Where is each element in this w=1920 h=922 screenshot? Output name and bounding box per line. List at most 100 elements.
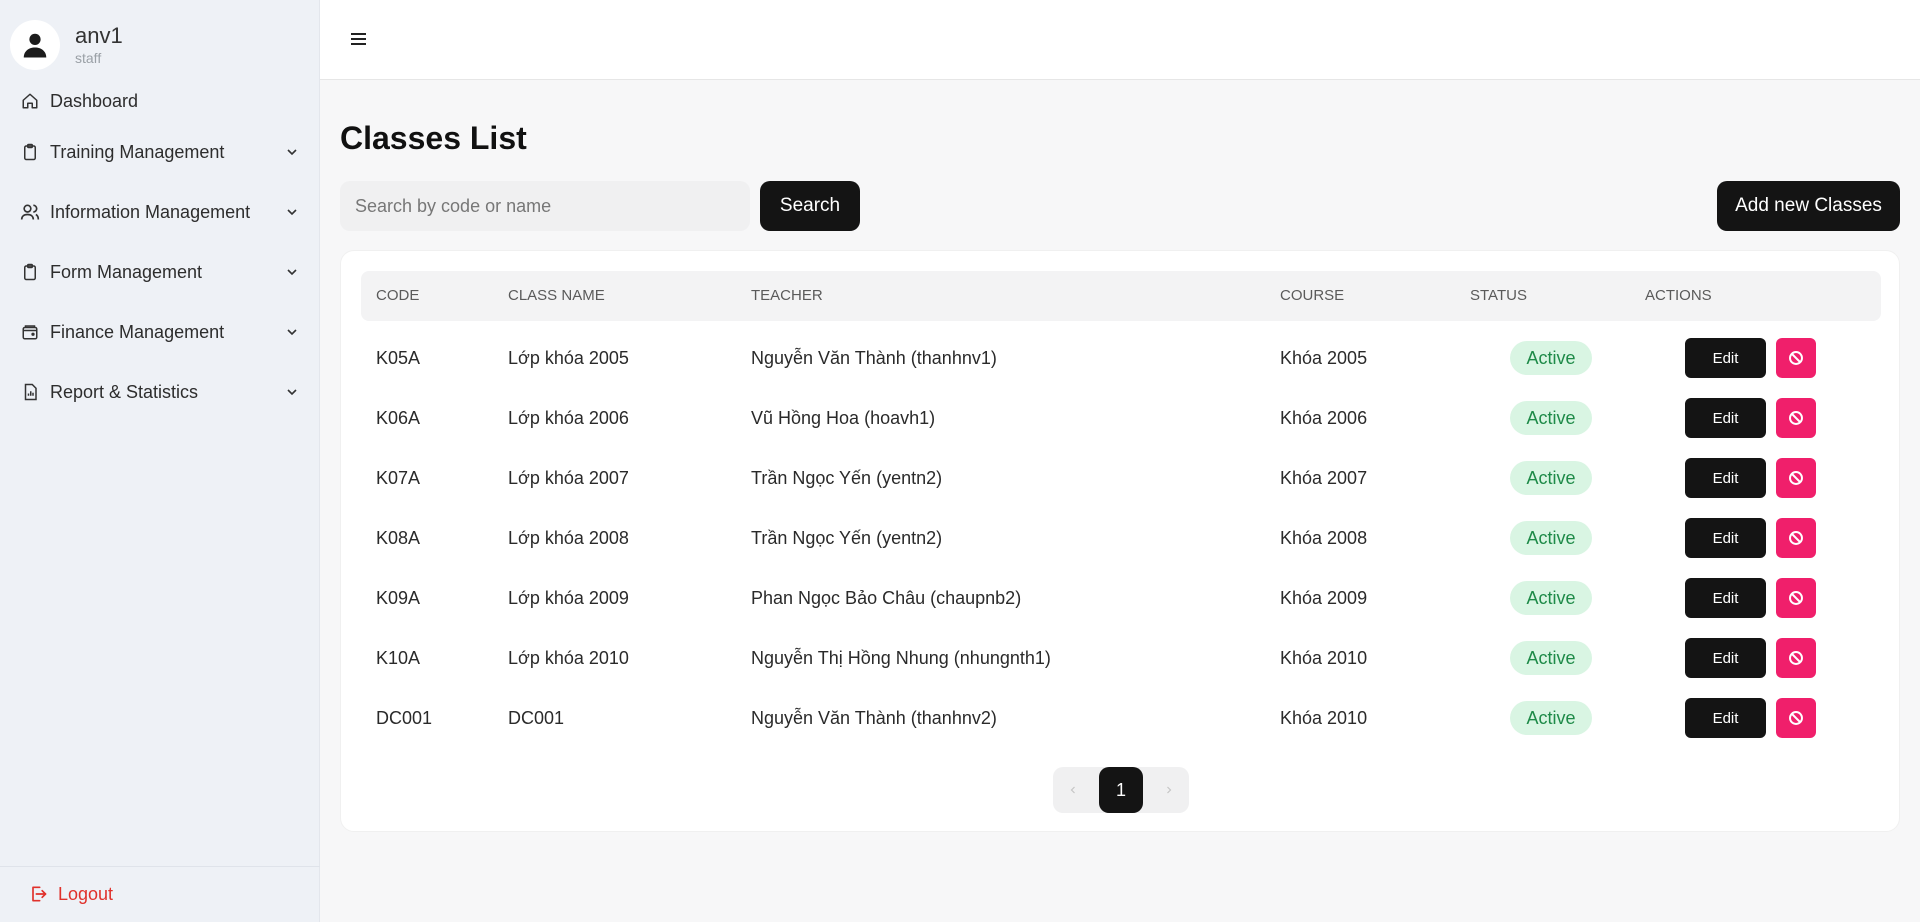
username: anv1 [75, 23, 123, 48]
column-header-code: CODE [376, 287, 420, 304]
add-class-button[interactable]: Add new Classes [1717, 181, 1900, 231]
clipboard-icon [20, 262, 40, 282]
edit-button[interactable]: Edit [1685, 338, 1766, 378]
cell-teacher: Trần Ngọc Yến (yentn2) [751, 528, 943, 548]
edit-button[interactable]: Edit [1685, 578, 1766, 618]
logout-icon [28, 884, 50, 906]
home-icon [20, 91, 40, 111]
disable-button[interactable] [1776, 398, 1816, 438]
pagination: 1 [1053, 767, 1189, 813]
logout-label: Logout [58, 884, 114, 904]
status-badge: Active [1510, 401, 1592, 435]
edit-button[interactable]: Edit [1685, 398, 1766, 438]
page-title: Classes List [340, 120, 527, 156]
ban-icon [1789, 351, 1803, 365]
cell-code: DC001 [376, 708, 433, 728]
cell-course: Khóa 2008 [1280, 528, 1368, 548]
chevron-left-icon[interactable] [1053, 767, 1093, 813]
column-header-course: COURSE [1280, 287, 1345, 304]
cell-teacher: Vũ Hồng Hoa (hoavh1) [751, 408, 936, 428]
user-role: staff [75, 50, 102, 66]
cell-code: K05A [376, 348, 421, 368]
status-badge: Active [1510, 461, 1592, 495]
cell-class-name: Lớp khóa 2006 [508, 408, 629, 428]
chevron-down-icon[interactable] [284, 144, 300, 160]
cell-teacher: Nguyễn Thị Hồng Nhung (nhungnth1) [751, 648, 1051, 668]
cell-class-name: DC001 [508, 708, 565, 728]
page-number-current[interactable]: 1 [1099, 767, 1143, 813]
sidebar-item-label: Training Management [50, 141, 225, 162]
chevron-down-icon[interactable] [284, 204, 300, 220]
disable-button[interactable] [1776, 638, 1816, 678]
ban-icon [1789, 591, 1803, 605]
user-profile: anv1 staff [10, 20, 123, 70]
column-header-class-name: CLASS NAME [508, 287, 605, 304]
search-button[interactable]: Search [760, 181, 860, 231]
ban-icon [1789, 411, 1803, 425]
sidebar-item-label: Form Management [50, 261, 203, 282]
status-badge: Active [1510, 701, 1592, 735]
disable-button[interactable] [1776, 518, 1816, 558]
sidebar-item-finance-management[interactable]: Finance Management [0, 302, 320, 362]
report-icon [20, 382, 40, 402]
wallet-icon [20, 322, 40, 342]
sidebar-item-label: Information Management [50, 201, 251, 222]
cell-code: K09A [376, 588, 421, 608]
menu-toggle-icon[interactable] [350, 30, 368, 48]
topbar [320, 0, 1920, 80]
cell-teacher: Nguyễn Văn Thành (thanhnv2) [751, 708, 997, 728]
status-badge: Active [1510, 641, 1592, 675]
sidebar-item-form-management[interactable]: Form Management [0, 242, 320, 302]
cell-teacher: Nguyễn Văn Thành (thanhnv1) [751, 348, 997, 368]
disable-button[interactable] [1776, 698, 1816, 738]
edit-button[interactable]: Edit [1685, 518, 1766, 558]
chevron-down-icon[interactable] [284, 264, 300, 280]
cell-class-name: Lớp khóa 2010 [508, 648, 629, 668]
cell-code: K10A [376, 648, 421, 668]
sidebar-menu: Dashboard Training Management Informatio… [0, 80, 320, 422]
disable-button[interactable] [1776, 458, 1816, 498]
cell-course: Khóa 2007 [1280, 468, 1368, 488]
user-icon [23, 33, 47, 58]
table-row: K10A Lớp khóa 2010 Nguyễn Thị Hồng Nhung… [361, 628, 1881, 688]
chevron-right-icon[interactable] [1149, 767, 1189, 813]
sidebar-item-label: Report & Statistics [50, 381, 199, 402]
chevron-down-icon[interactable] [284, 384, 300, 400]
table-row: K08A Lớp khóa 2008 Trần Ngọc Yến (yentn2… [361, 508, 1881, 568]
ban-icon [1789, 471, 1803, 485]
disable-button[interactable] [1776, 578, 1816, 618]
ban-icon [1789, 711, 1803, 725]
sidebar-item-dashboard[interactable]: Dashboard [0, 80, 320, 122]
cell-class-name: Lớp khóa 2007 [508, 468, 629, 488]
sidebar-item-label: Finance Management [50, 321, 225, 342]
table-row: K09A Lớp khóa 2009 Phan Ngọc Bảo Châu (c… [361, 568, 1881, 628]
disable-button[interactable] [1776, 338, 1816, 378]
sidebar-item-label: Dashboard [50, 90, 139, 111]
status-badge: Active [1510, 341, 1592, 375]
cell-course: Khóa 2010 [1280, 708, 1368, 728]
cell-teacher: Phan Ngọc Bảo Châu (chaupnb2) [751, 588, 1022, 608]
users-icon [20, 202, 40, 222]
logout-button[interactable]: Logout [0, 866, 320, 922]
edit-button[interactable]: Edit [1685, 638, 1766, 678]
table-row: DC001 DC001 Nguyễn Văn Thành (thanhnv2) … [361, 688, 1881, 748]
chevron-down-icon[interactable] [284, 324, 300, 340]
cell-code: K06A [376, 408, 421, 428]
edit-button[interactable]: Edit [1685, 698, 1766, 738]
ban-icon [1789, 531, 1803, 545]
column-header-teacher: TEACHER [751, 287, 823, 304]
table-header: CODE CLASS NAME TEACHER COURSE STATUS AC… [361, 271, 1881, 321]
table-row: K05A Lớp khóa 2005 Nguyễn Văn Thành (tha… [361, 328, 1881, 388]
cell-course: Khóa 2009 [1280, 588, 1368, 608]
sidebar-item-information-management[interactable]: Information Management [0, 182, 320, 242]
cell-class-name: Lớp khóa 2008 [508, 528, 629, 548]
cell-code: K07A [376, 468, 421, 488]
sidebar-item-report-statistics[interactable]: Report & Statistics [0, 362, 320, 422]
table-row: K06A Lớp khóa 2006 Vũ Hồng Hoa (hoavh1) … [361, 388, 1881, 448]
search-input[interactable] [340, 181, 750, 231]
status-badge: Active [1510, 581, 1592, 615]
edit-button[interactable]: Edit [1685, 458, 1766, 498]
column-header-status: STATUS [1470, 287, 1527, 304]
sidebar-item-training-management[interactable]: Training Management [0, 122, 320, 182]
status-badge: Active [1510, 521, 1592, 555]
